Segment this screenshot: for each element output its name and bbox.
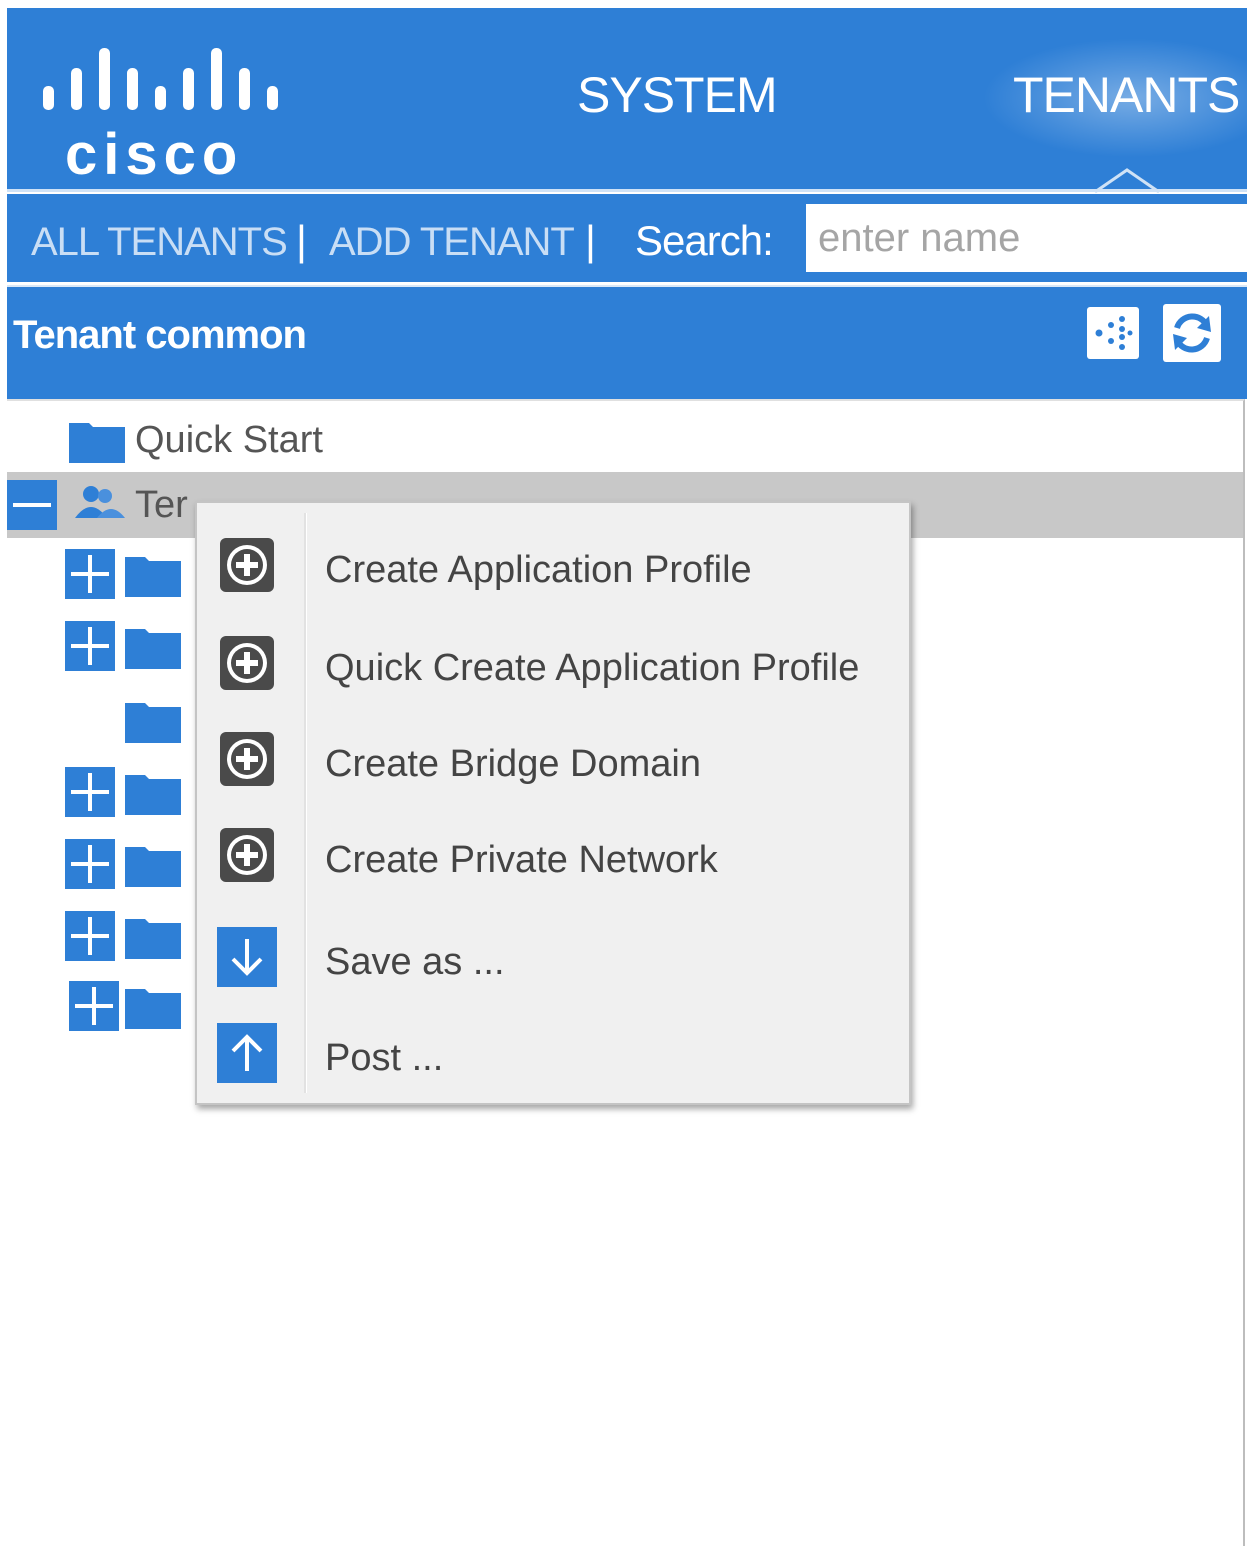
sub-navigation: ALL TENANTS | ADD TENANT | Search: <box>7 194 1247 282</box>
tree-item-label: Ter <box>135 484 188 526</box>
search-label: Search: <box>635 217 774 264</box>
plus-icon <box>71 917 109 955</box>
cisco-wordmark: cisco <box>65 122 244 187</box>
plus-icon <box>71 773 109 811</box>
expand-button[interactable] <box>65 839 115 889</box>
plus-icon <box>75 987 113 1025</box>
collapse-button[interactable] <box>7 480 57 530</box>
add-tenant-link[interactable]: ADD TENANT <box>329 222 575 262</box>
expand-button[interactable] <box>65 549 115 599</box>
separator: | <box>585 217 596 264</box>
refresh-icon <box>1173 313 1211 353</box>
menu-item-label: Create Bridge Domain <box>325 743 701 785</box>
refresh-button[interactable] <box>1163 304 1221 362</box>
folder-icon <box>125 775 181 815</box>
folder-icon <box>125 629 181 669</box>
tab-tenants[interactable]: TENANTS <box>1013 70 1240 120</box>
panel-title: Tenant common <box>13 313 307 357</box>
menu-item-create-private-network[interactable]: Create Private Network <box>197 811 909 891</box>
folder-icon <box>125 919 181 959</box>
expand-button[interactable] <box>65 621 115 671</box>
panel-header: Tenant common <box>7 285 1247 399</box>
menu-item-save-as[interactable]: Save as ... <box>197 913 909 993</box>
folder-icon <box>125 989 181 1029</box>
menu-item-label: Post ... <box>325 1037 444 1079</box>
app-frame: cisco SYSTEM TENANTS ALL TENANTS | ADD T… <box>7 8 1247 1546</box>
minus-icon <box>13 503 51 507</box>
search-input[interactable] <box>806 204 1247 272</box>
menu-item-label: Save as ... <box>325 941 505 983</box>
plus-icon <box>71 627 109 665</box>
menu-item-label: Create Private Network <box>325 839 718 881</box>
context-menu: Create Application Profile Quick Create … <box>195 501 911 1105</box>
top-header: cisco SYSTEM TENANTS <box>7 8 1247 194</box>
separator: | <box>296 217 307 264</box>
topology-icon <box>1095 316 1133 350</box>
cisco-logo[interactable]: cisco <box>41 44 301 184</box>
menu-item-label: Create Application Profile <box>325 549 752 591</box>
plus-circle-icon <box>220 538 274 592</box>
topology-view-button[interactable] <box>1087 307 1139 359</box>
expand-button[interactable] <box>65 911 115 961</box>
expand-button[interactable] <box>65 767 115 817</box>
expand-button[interactable] <box>69 981 119 1031</box>
menu-item-post[interactable]: Post ... <box>197 1009 909 1089</box>
all-tenants-link[interactable]: ALL TENANTS <box>31 222 288 262</box>
upload-arrow-icon <box>217 1023 277 1083</box>
menu-item-create-application-profile[interactable]: Create Application Profile <box>197 521 909 601</box>
menu-item-quick-create-application-profile[interactable]: Quick Create Application Profile <box>197 619 909 699</box>
cisco-bars-icon <box>43 48 278 110</box>
tab-underline <box>7 189 1247 192</box>
tree-item-quick-start[interactable]: Quick Start <box>7 407 1243 473</box>
plus-circle-icon <box>220 636 274 690</box>
folder-icon <box>69 423 125 463</box>
users-icon <box>75 486 125 518</box>
download-arrow-icon <box>217 927 277 987</box>
folder-icon <box>125 557 181 597</box>
folder-icon <box>125 847 181 887</box>
menu-item-create-bridge-domain[interactable]: Create Bridge Domain <box>197 715 909 795</box>
tab-system[interactable]: SYSTEM <box>577 70 778 120</box>
plus-icon <box>71 555 109 593</box>
plus-circle-icon <box>220 732 274 786</box>
plus-icon <box>71 845 109 883</box>
tree-item-label: Quick Start <box>135 419 323 461</box>
folder-icon <box>125 703 181 743</box>
plus-circle-icon <box>220 828 274 882</box>
menu-item-label: Quick Create Application Profile <box>325 647 860 689</box>
